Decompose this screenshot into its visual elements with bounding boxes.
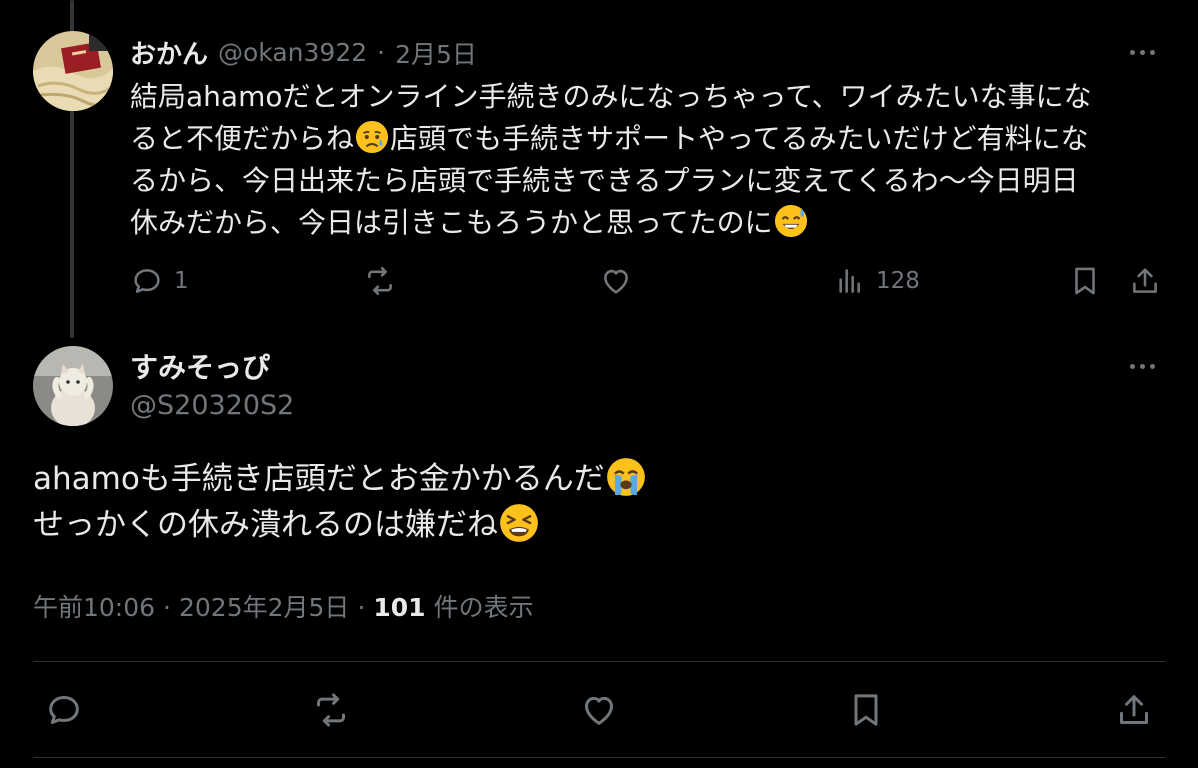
reply-icon	[134, 269, 160, 293]
bookmark-button[interactable]	[846, 690, 886, 730]
views-count: 128	[876, 268, 920, 294]
more-options-icon[interactable]	[1120, 42, 1164, 62]
retweet-button[interactable]	[362, 264, 398, 298]
tweet-text-part: ると不便だからね	[130, 122, 355, 155]
retweet-button[interactable]	[310, 690, 352, 730]
tweet-text-part: 店頭でも手続きサポートやってるみたいだけど有料にな	[390, 122, 1089, 155]
avatar-image	[33, 346, 113, 426]
tweet-text-part: 結局ahamoだとオンライン手続きのみになっちゃって、ワイみたいな事にな	[130, 80, 1092, 113]
bookmark-button[interactable]	[1068, 264, 1102, 298]
retweet-icon	[317, 693, 345, 727]
share-button[interactable]	[1128, 264, 1162, 298]
share-button[interactable]	[1114, 690, 1154, 730]
display-name[interactable]: おかん	[130, 34, 208, 71]
share-icon	[1133, 268, 1157, 293]
divider	[33, 661, 1165, 662]
tweet-metadata: 午前10:06 · 2025年2月5日 · 101 件の表示	[33, 588, 534, 624]
share-icon	[1120, 695, 1148, 724]
user-handle[interactable]: @okan3922	[218, 38, 367, 67]
views-label: 件の表示	[433, 593, 534, 622]
bookmark-icon	[1075, 267, 1095, 295]
parent-tweet-header: おかん @okan3922 · 2月5日	[130, 34, 477, 71]
tweet-text-line: ahamoも手続き店頭だとお金かかるんだ	[33, 461, 605, 497]
views-icon	[839, 269, 860, 293]
views-count: 101	[373, 593, 426, 622]
like-button[interactable]	[598, 264, 634, 298]
tweet-time[interactable]: 午前10:06	[33, 588, 155, 624]
tweet-text-part: 休みだから、今日は引きこもろうかと思ってたのに	[130, 206, 773, 239]
reply-button[interactable]: 1	[130, 264, 189, 298]
like-button[interactable]	[578, 690, 620, 730]
tweet-text-part: るから、今日出来たら店頭で手続きできるプランに変えてくるわ〜今日明日	[130, 164, 1079, 197]
tweet-full-date[interactable]: 2025年2月5日	[179, 588, 349, 624]
separator-dot: ·	[377, 38, 386, 67]
tweet-text-line: せっかくの休み潰れるのは嫌だね	[33, 507, 498, 543]
retweet-icon	[368, 266, 392, 296]
avatar-image	[33, 31, 113, 111]
display-name[interactable]: すみそっぴ	[130, 346, 270, 386]
tweet-date[interactable]: 2月5日	[395, 35, 477, 71]
separator-dot: ·	[357, 593, 366, 622]
avatar[interactable]	[33, 346, 113, 426]
grinning-sweat-face-emoji	[774, 204, 807, 238]
tired-face-emoji	[500, 504, 538, 542]
bookmark-icon	[854, 694, 878, 726]
divider	[33, 757, 1165, 758]
reply-button[interactable]	[44, 690, 84, 730]
reply-count: 1	[174, 268, 189, 294]
like-icon	[585, 696, 613, 725]
focused-tweet-text: ahamoも手続き店頭だとお金かかるんだ せっかくの休み潰れるのは嫌だね	[33, 456, 1163, 548]
sad-relieved-face-emoji	[355, 120, 389, 154]
avatar[interactable]	[33, 31, 113, 111]
like-icon	[604, 269, 628, 294]
loudly-crying-face-emoji	[606, 458, 645, 496]
views-button[interactable]: 128	[834, 264, 920, 298]
user-handle[interactable]: @S20320S2	[130, 390, 294, 421]
separator-dot: ·	[163, 593, 171, 622]
parent-tweet-text: 結局ahamoだとオンライン手続きのみになっちゃって、ワイみたいな事にな ると不…	[130, 76, 1170, 244]
more-options-icon[interactable]	[1120, 356, 1164, 376]
reply-icon	[49, 696, 79, 724]
